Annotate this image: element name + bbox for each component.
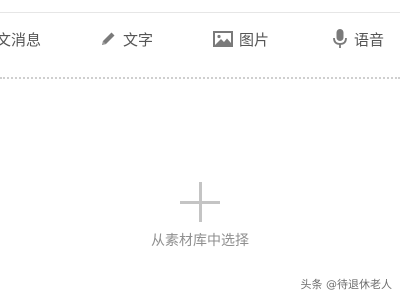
pencil-icon (98, 29, 118, 49)
select-from-library-label: 从素材库中选择 (151, 233, 249, 249)
plus-icon (180, 182, 220, 222)
tab-text-label: 文字 (123, 30, 154, 49)
message-composer: 文消息 文字 图片 语音 从素材库中选择 头条 @待退休老人 (0, 0, 400, 300)
tab-appmsg-label: 文消息 (0, 30, 42, 49)
message-type-tabs: 文消息 文字 图片 语音 (0, 13, 400, 65)
tab-image[interactable]: 图片 (212, 13, 269, 65)
tab-voice-label: 语音 (354, 30, 385, 49)
tab-image-label: 图片 (239, 30, 270, 49)
tab-voice[interactable]: 语音 (331, 13, 384, 65)
select-from-library-button[interactable]: 从素材库中选择 (120, 172, 280, 262)
dotted-divider (0, 77, 400, 79)
watermark: 头条 @待退休老人 (300, 278, 393, 291)
microphone-icon (331, 28, 349, 50)
tab-appmsg[interactable]: 文消息 (0, 13, 41, 65)
image-icon (212, 29, 234, 49)
tab-text[interactable]: 文字 (98, 13, 153, 65)
